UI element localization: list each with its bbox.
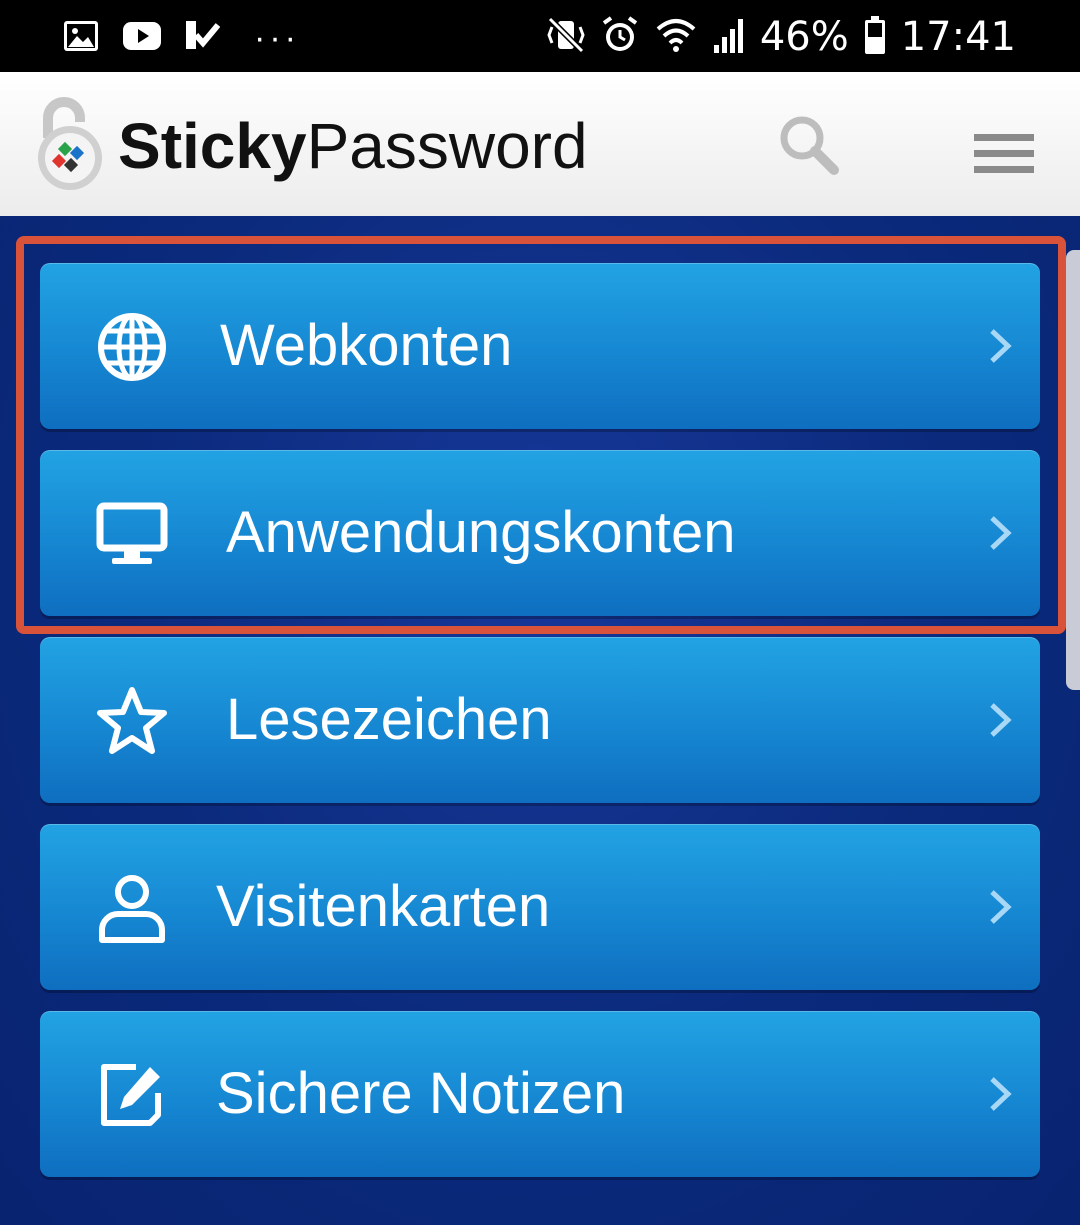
chevron-right-icon: [986, 701, 1014, 739]
app-title-regular: Password: [306, 110, 588, 182]
menu-item-visitenkarten[interactable]: Visitenkarten: [40, 824, 1040, 990]
search-icon[interactable]: [776, 112, 842, 178]
menu-item-label: Lesezeichen: [226, 687, 552, 752]
gallery-icon: [62, 19, 100, 58]
stickypassword-logo: [32, 94, 106, 194]
menu-item-lesezeichen[interactable]: Lesezeichen: [40, 637, 1040, 803]
app-title-bold: Sticky: [118, 110, 307, 182]
status-bar-system: 46% 17:41: [546, 12, 1016, 62]
battery-percent: 46%: [759, 14, 849, 60]
menu-item-label: Visitenkarten: [216, 874, 551, 939]
chevron-right-icon: [986, 888, 1014, 926]
person-icon: [96, 872, 168, 944]
hamburger-menu-icon[interactable]: [972, 130, 1036, 178]
scrollbar-handle[interactable]: [1066, 250, 1080, 690]
status-bar: ··· 46% 17:41: [0, 0, 1080, 72]
status-bar-notifications: ···: [62, 18, 300, 58]
wifi-icon: [654, 15, 698, 60]
star-icon: [96, 685, 168, 757]
highlight-box: [16, 236, 1066, 634]
chevron-right-icon: [986, 1075, 1014, 1113]
note-edit-icon: [96, 1059, 168, 1131]
clock: 17:41: [900, 14, 1016, 60]
tasks-icon: [184, 19, 221, 58]
alarm-icon: [600, 15, 640, 60]
youtube-icon: [122, 21, 162, 56]
vibrate-mute-icon: [546, 15, 586, 60]
menu-item-label: Sichere Notizen: [216, 1061, 626, 1126]
signal-icon: [712, 15, 746, 60]
menu-item-sichere-notizen[interactable]: Sichere Notizen: [40, 1011, 1040, 1177]
more-notifications-indicator: ···: [254, 18, 300, 57]
app-header: StickyPassword: [0, 72, 1080, 216]
app-title: StickyPassword: [118, 110, 588, 182]
battery-icon: [863, 15, 887, 60]
